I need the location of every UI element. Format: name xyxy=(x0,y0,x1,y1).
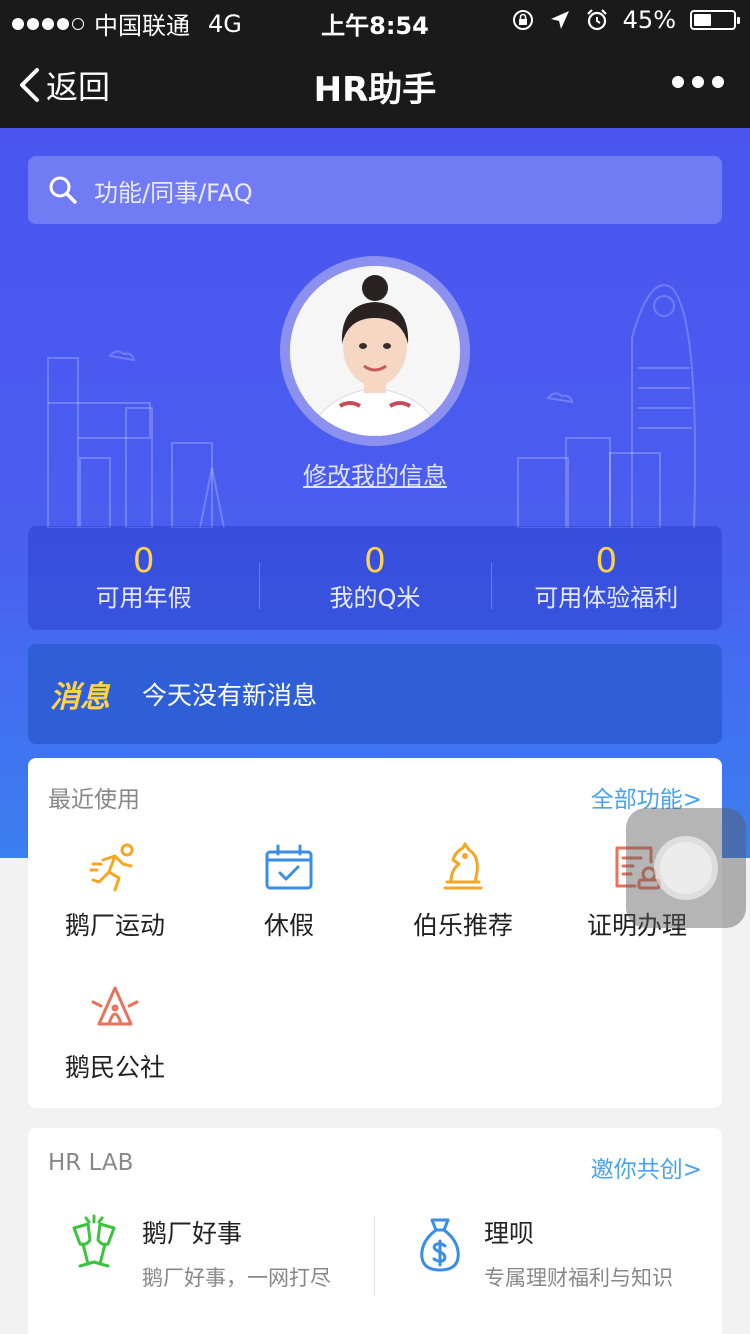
stat-value: 0 xyxy=(132,541,155,581)
lab-item-title: 鹅厂好事 xyxy=(142,1219,243,1248)
function-label: 鹅民公社 xyxy=(64,1053,165,1082)
function-label: 休假 xyxy=(263,911,314,940)
more-options-button[interactable] xyxy=(672,76,724,88)
function-item-community[interactable]: 鹅民公社 xyxy=(28,984,202,1084)
chess-knight-icon xyxy=(443,842,483,890)
stat-annual-leave[interactable]: 0 可用年假 xyxy=(28,541,259,615)
lab-item-title: 理呗 xyxy=(484,1219,535,1248)
stat-value: 0 xyxy=(595,541,618,581)
alarm-clock-icon xyxy=(586,9,607,31)
co-create-link[interactable]: 邀你共创> xyxy=(591,1150,702,1184)
community-icon xyxy=(91,986,139,1026)
stat-trial-benefits[interactable]: 0 可用体验福利 xyxy=(490,541,722,615)
calendar-icon xyxy=(265,844,313,890)
stat-label: 可用体验福利 xyxy=(534,584,679,612)
stat-label: 可用年假 xyxy=(95,584,192,612)
navigation-bar: 返回 HR助手 xyxy=(0,40,750,128)
function-label: 伯乐推荐 xyxy=(412,911,513,940)
cheers-icon xyxy=(72,1214,116,1268)
lab-item-good-news[interactable]: 鹅厂好事 鹅厂好事，一网打尽 xyxy=(66,1214,331,1294)
search-placeholder: 功能/同事/FAQ xyxy=(94,178,253,207)
lab-divider xyxy=(374,1216,375,1296)
edit-profile-link[interactable]: 修改我的信息 xyxy=(0,456,750,491)
assistive-touch-icon xyxy=(654,836,718,900)
assistive-touch-button[interactable] xyxy=(626,808,746,928)
avatar-photo xyxy=(290,266,460,436)
location-arrow-icon xyxy=(550,11,569,29)
page-title: HR助手 xyxy=(313,70,437,110)
function-label: 鹅厂运动 xyxy=(64,911,165,940)
recent-functions-card: 最近使用 全部功能> 鹅厂运动 休假 伯乐推荐 证明办理 鹅民公社 xyxy=(28,758,722,1108)
lab-item-subtitle: 鹅厂好事，一网打尽 xyxy=(142,1266,331,1290)
stat-value: 0 xyxy=(364,541,386,581)
search-icon xyxy=(49,176,77,204)
message-text: 今天没有新消息 xyxy=(142,681,318,710)
battery-percent: 45% xyxy=(622,6,676,34)
profile-header: 功能/同事/FAQ 修改我的信息 0 可用年假 0 我的Q米 0 可用体验福利 … xyxy=(0,128,750,858)
avatar[interactable] xyxy=(280,256,470,446)
message-banner[interactable]: 消息 今天没有新消息 xyxy=(28,644,722,744)
stat-label: 我的Q米 xyxy=(329,584,421,612)
function-item-referral[interactable]: 伯乐推荐 xyxy=(376,842,550,942)
more-dot xyxy=(712,76,724,88)
message-tag: 消息 xyxy=(50,680,110,715)
more-dot xyxy=(692,76,704,88)
person-portrait-icon xyxy=(290,266,460,436)
stat-q-rice[interactable]: 0 我的Q米 xyxy=(259,541,490,615)
rotation-lock-icon xyxy=(512,10,533,30)
money-bag-icon xyxy=(420,1218,460,1272)
section-title: 最近使用 xyxy=(48,787,140,813)
battery-icon xyxy=(690,10,740,30)
lab-item-finance[interactable]: 理呗 专属理财福利与知识 xyxy=(416,1214,673,1294)
lab-item-subtitle: 专属理财福利与知识 xyxy=(484,1266,673,1290)
section-title: HR LAB xyxy=(48,1150,134,1176)
status-bar: 中国联通 4G 上午8:54 45% xyxy=(0,0,750,40)
running-icon xyxy=(89,843,134,892)
more-dot xyxy=(672,76,684,88)
stats-panel: 0 可用年假 0 我的Q米 0 可用体验福利 xyxy=(28,526,722,630)
hr-lab-card: HR LAB 邀你共创> 鹅厂好事 鹅厂好事，一网打尽 理呗 专属理财福利与知识 xyxy=(28,1128,722,1334)
search-input[interactable]: 功能/同事/FAQ xyxy=(28,156,722,224)
function-item-leave[interactable]: 休假 xyxy=(202,842,376,942)
function-item-sports[interactable]: 鹅厂运动 xyxy=(28,842,202,942)
